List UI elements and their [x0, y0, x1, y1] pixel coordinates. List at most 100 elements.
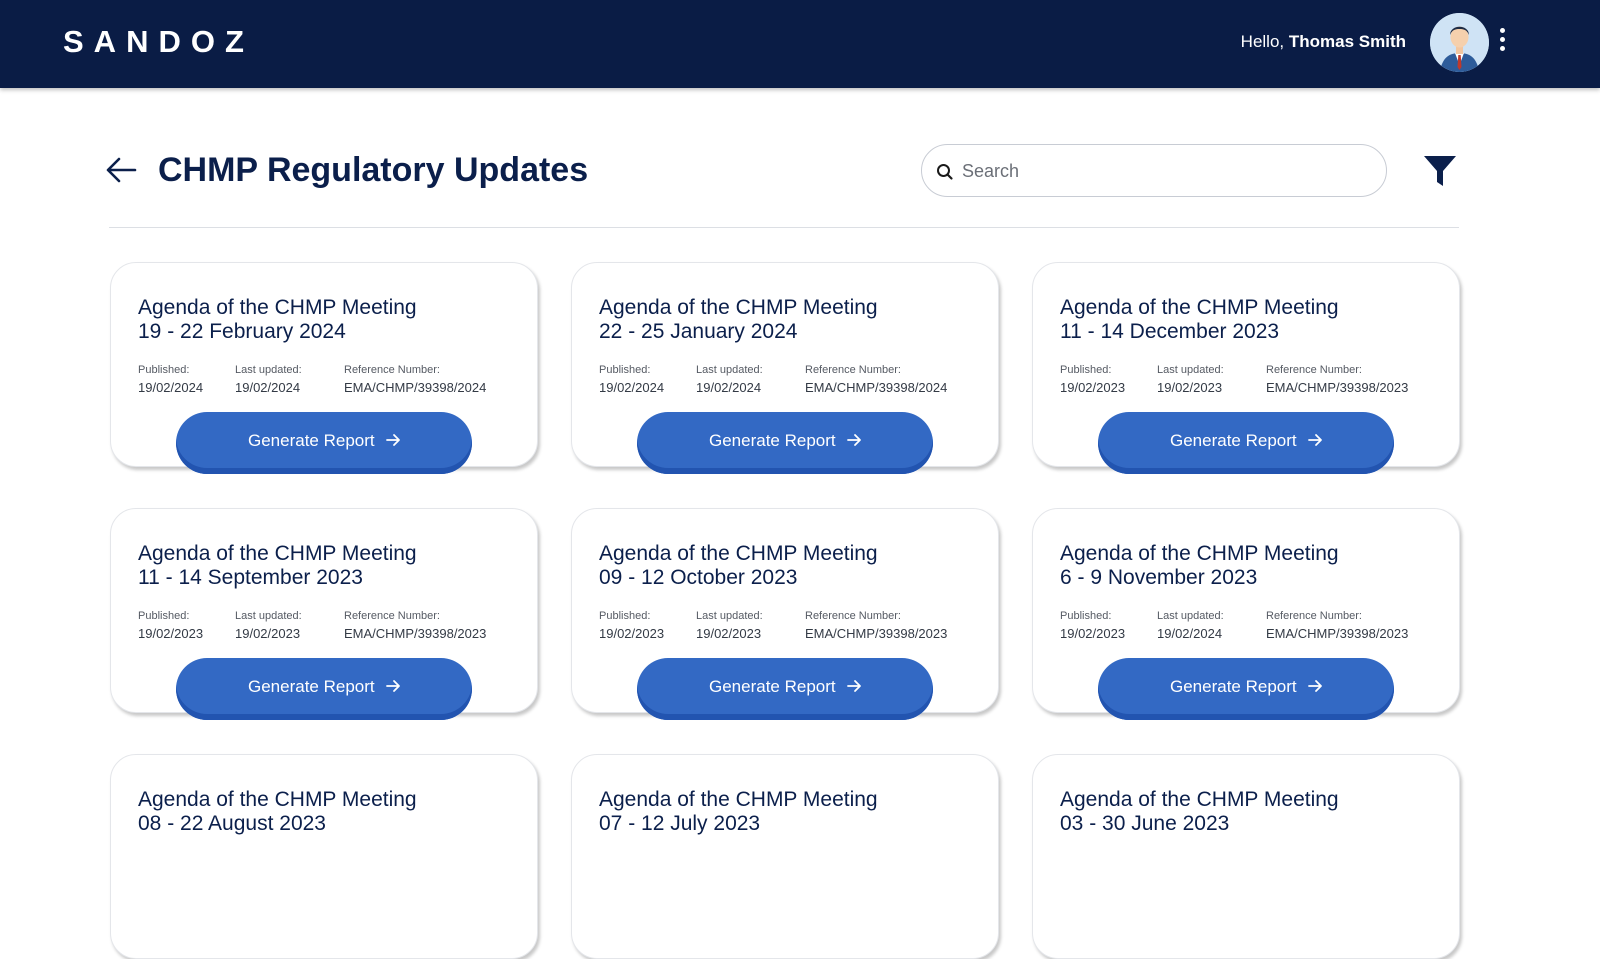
updated-meta: Last updated: 19/02/2024 — [235, 364, 302, 396]
generate-report-button[interactable]: Generate Report — [637, 658, 933, 720]
reference-label: Reference Number: — [805, 610, 901, 622]
generate-report-label: Generate Report — [248, 431, 375, 450]
card-title-line1: Agenda of the CHMP Meeting — [599, 296, 878, 319]
generate-report-button[interactable]: Generate Report — [176, 412, 472, 474]
avatar[interactable] — [1430, 13, 1489, 72]
card-title: Agenda of the CHMP Meeting 03 - 30 June 2… — [1060, 788, 1339, 836]
last-updated-label: Last updated: — [696, 364, 763, 376]
reference-meta: Reference Number: EMA/CHMP/39398/2023 — [1266, 610, 1408, 642]
reference-meta: Reference Number: EMA/CHMP/39398/2023 — [1266, 364, 1408, 396]
card-title: Agenda of the CHMP Meeting 09 - 12 Octobe… — [599, 542, 878, 590]
reference-number: EMA/CHMP/39398/2023 — [344, 626, 487, 641]
published-label: Published: — [1060, 610, 1112, 622]
page-title: CHMP Regulatory Updates — [158, 151, 589, 189]
user-name: Thomas Smith — [1288, 32, 1406, 51]
card-title-line2: 08 - 22 August 2023 — [138, 812, 326, 835]
search-input[interactable] — [962, 157, 1362, 185]
last-updated-date: 19/02/2023 — [235, 626, 301, 641]
greeting-prefix: Hello, — [1240, 32, 1285, 51]
card-title-line2: 6 - 9 November 2023 — [1060, 566, 1258, 589]
card-title-line2: 19 - 22 February 2024 — [138, 320, 346, 343]
card-title-line2: 11 - 14 September 2023 — [138, 566, 363, 589]
reference-label: Reference Number: — [1266, 610, 1362, 622]
published-date: 19/02/2023 — [1060, 380, 1126, 395]
report-card[interactable]: Agenda of the CHMP Meeting 07 - 12 July 2… — [571, 754, 999, 959]
search-icon — [935, 162, 955, 182]
card-title-line2: 11 - 14 December 2023 — [1060, 320, 1280, 343]
report-card[interactable]: Agenda of the CHMP Meeting 09 - 12 Octobe… — [571, 508, 999, 720]
card-title-line1: Agenda of the CHMP Meeting — [138, 296, 417, 319]
card-title-line1: Agenda of the CHMP Meeting — [138, 542, 417, 565]
arrow-right-icon — [385, 678, 401, 694]
published-date: 19/02/2023 — [599, 626, 665, 641]
reference-meta: Reference Number: EMA/CHMP/39398/2023 — [805, 610, 947, 642]
published-meta: Published: 19/02/2024 — [599, 364, 664, 396]
reference-number: EMA/CHMP/39398/2023 — [805, 626, 948, 641]
published-date: 19/02/2023 — [1060, 626, 1126, 641]
card-title: Agenda of the CHMP Meeting 08 - 22 August… — [138, 788, 417, 836]
reference-label: Reference Number: — [344, 610, 440, 622]
divider — [109, 227, 1459, 228]
updated-meta: Last updated: 19/02/2023 — [235, 610, 302, 642]
filter-icon[interactable] — [1422, 153, 1458, 189]
arrow-right-icon — [1307, 432, 1323, 448]
generate-report-label: Generate Report — [1170, 431, 1297, 450]
published-meta: Published: 19/02/2023 — [138, 610, 203, 642]
last-updated-label: Last updated: — [1157, 364, 1224, 376]
last-updated-label: Last updated: — [1157, 610, 1224, 622]
updated-meta: Last updated: 19/02/2023 — [1157, 364, 1224, 396]
published-meta: Published: 19/02/2023 — [1060, 610, 1125, 642]
card-title-line2: 07 - 12 July 2023 — [599, 812, 761, 835]
card-title-line1: Agenda of the CHMP Meeting — [599, 788, 878, 811]
kebab-menu-icon[interactable] — [1496, 28, 1508, 58]
published-date: 19/02/2024 — [138, 380, 204, 395]
generate-report-button[interactable]: Generate Report — [1098, 412, 1394, 474]
last-updated-date: 19/02/2023 — [1157, 380, 1223, 395]
published-label: Published: — [138, 364, 190, 376]
reference-meta: Reference Number: EMA/CHMP/39398/2023 — [344, 610, 486, 642]
report-card[interactable]: Agenda of the CHMP Meeting 11 - 14 Decemb… — [1032, 262, 1460, 474]
published-date: 19/02/2024 — [599, 380, 665, 395]
generate-report-label: Generate Report — [709, 677, 836, 696]
sandoz-logo[interactable]: SANDOZ — [63, 24, 254, 60]
published-meta: Published: 19/02/2023 — [1060, 364, 1125, 396]
top-navigation-bar: SANDOZ Hello, Thomas Smith — [0, 0, 1600, 88]
arrow-right-icon — [385, 432, 401, 448]
arrow-right-icon — [846, 432, 862, 448]
card-title-line1: Agenda of the CHMP Meeting — [599, 542, 878, 565]
card-title-line1: Agenda of the CHMP Meeting — [138, 788, 417, 811]
card-title: Agenda of the CHMP Meeting 11 - 14 Decemb… — [1060, 296, 1339, 344]
report-card[interactable]: Agenda of the CHMP Meeting 03 - 30 June 2… — [1032, 754, 1460, 959]
report-card[interactable]: Agenda of the CHMP Meeting 19 - 22 Februa… — [110, 262, 538, 474]
card-title: Agenda of the CHMP Meeting 19 - 22 Februa… — [138, 296, 417, 344]
report-card[interactable]: Agenda of the CHMP Meeting 08 - 22 August… — [110, 754, 538, 959]
reference-number: EMA/CHMP/39398/2023 — [1266, 626, 1409, 641]
card-title-line1: Agenda of the CHMP Meeting — [1060, 542, 1339, 565]
reference-number: EMA/CHMP/39398/2024 — [805, 380, 948, 395]
published-date: 19/02/2023 — [138, 626, 204, 641]
generate-report-button[interactable]: Generate Report — [1098, 658, 1394, 720]
card-title: Agenda of the CHMP Meeting 11 - 14 Septem… — [138, 542, 417, 590]
search-box[interactable] — [921, 144, 1387, 197]
card-title: Agenda of the CHMP Meeting 22 - 25 Januar… — [599, 296, 878, 344]
report-card[interactable]: Agenda of the CHMP Meeting 22 - 25 Januar… — [571, 262, 999, 474]
generate-report-button[interactable]: Generate Report — [176, 658, 472, 720]
reference-label: Reference Number: — [805, 364, 901, 376]
published-meta: Published: 19/02/2023 — [599, 610, 664, 642]
reference-label: Reference Number: — [1266, 364, 1362, 376]
report-card[interactable]: Agenda of the CHMP Meeting 6 - 9 November… — [1032, 508, 1460, 720]
user-greeting: Hello, Thomas Smith — [1241, 31, 1406, 53]
generate-report-label: Generate Report — [1170, 677, 1297, 696]
card-title-line2: 03 - 30 June 2023 — [1060, 812, 1230, 835]
published-label: Published: — [1060, 364, 1112, 376]
arrow-right-icon — [1307, 678, 1323, 694]
card-title: Agenda of the CHMP Meeting 07 - 12 July 2… — [599, 788, 878, 836]
generate-report-button[interactable]: Generate Report — [637, 412, 933, 474]
report-card[interactable]: Agenda of the CHMP Meeting 11 - 14 Septem… — [110, 508, 538, 720]
last-updated-label: Last updated: — [235, 610, 302, 622]
back-arrow-icon[interactable] — [104, 154, 138, 186]
card-title-line2: 22 - 25 January 2024 — [599, 320, 798, 343]
last-updated-label: Last updated: — [235, 364, 302, 376]
card-title: Agenda of the CHMP Meeting 6 - 9 November… — [1060, 542, 1339, 590]
last-updated-label: Last updated: — [696, 610, 763, 622]
